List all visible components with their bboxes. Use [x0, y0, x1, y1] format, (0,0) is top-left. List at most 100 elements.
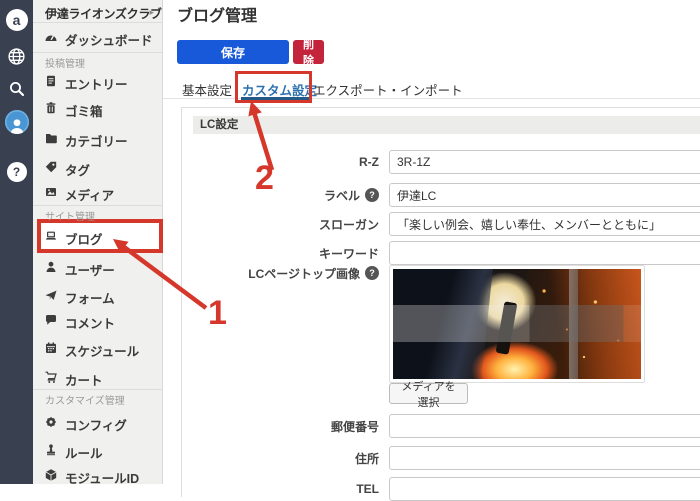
forge-photo [393, 269, 641, 379]
user-avatar[interactable] [0, 110, 33, 134]
sidebar-section-site: サイト管理 [45, 208, 95, 223]
sidebar-item-label: モジュールID [65, 468, 139, 487]
sidebar-item-rule[interactable]: ルール [33, 442, 163, 459]
sidebar-item-label: ルール [65, 443, 103, 462]
sidebar-item-media[interactable]: メディア [33, 184, 163, 201]
sidebar-item-label: カテゴリー [65, 131, 128, 150]
field-label-address: 住所 [201, 446, 379, 470]
select-media-button[interactable]: メディアを選択 [389, 383, 468, 404]
tel-input[interactable] [389, 477, 700, 501]
annotation-step-2: 2 [255, 161, 274, 195]
divider [33, 205, 163, 206]
sidebar-item-label: フォーム [65, 288, 115, 307]
delete-button[interactable]: 削除 [293, 40, 324, 64]
sidebar-item-label: ダッシュボード [65, 30, 153, 49]
sidebar-item-label: タグ [65, 160, 90, 179]
label-input[interactable] [389, 183, 700, 207]
field-label-rz: R-Z [201, 150, 379, 174]
sidebar-item-blog[interactable]: ブログ [33, 228, 163, 245]
label-text: LCページトップ画像 [248, 265, 360, 282]
icon-rail: a ? [0, 0, 33, 484]
main-content: ブログ管理 保存 削除 基本設定 カスタム設定 エクスポート・インポート LC設… [163, 0, 700, 484]
help-icon[interactable]: ? [365, 188, 379, 202]
sidebar-item-label: コメント [65, 313, 115, 332]
sidebar-item-user[interactable]: ユーザー [33, 259, 163, 276]
schedule-icon [44, 341, 58, 355]
postal-input[interactable] [389, 414, 700, 438]
a-blog-cms-logo[interactable]: a [0, 9, 33, 31]
rz-input[interactable] [389, 150, 700, 174]
label-text: ラベル [324, 187, 360, 204]
photo-overlay-band [393, 305, 641, 342]
sidebar-item-comment[interactable]: コメント [33, 312, 163, 329]
sidebar-item-schedule[interactable]: スケジュール [33, 340, 163, 357]
sidebar-section-customize: カスタマイズ管理 [45, 392, 125, 407]
search-button[interactable] [0, 80, 33, 98]
cart-icon [44, 370, 58, 384]
help-icon[interactable]: ? [365, 266, 379, 280]
slogan-input[interactable] [389, 212, 700, 236]
media-icon [44, 185, 58, 199]
help-icon: ? [7, 162, 27, 182]
sidebar-item-tag[interactable]: タグ [33, 159, 163, 176]
blog-name: 伊達ライオンズクラブ [45, 5, 162, 22]
label-text: 郵便番号 [331, 418, 379, 435]
site-globe-button[interactable] [0, 47, 33, 66]
tab-basic-settings[interactable]: 基本設定 [182, 80, 232, 99]
sidebar-item-module-id[interactable]: モジュールID [33, 467, 163, 484]
address-input[interactable] [389, 446, 700, 470]
comment-icon [44, 313, 58, 327]
help-button[interactable]: ? [0, 162, 33, 182]
search-icon [8, 80, 26, 98]
sidebar-item-entry[interactable]: エントリー [33, 73, 163, 90]
blog-icon [44, 229, 58, 243]
label-text: キーワード [319, 245, 379, 262]
field-label-lc-label: ラベル ? [201, 183, 379, 207]
field-label-postal: 郵便番号 [201, 414, 379, 438]
label-text: 住所 [355, 450, 379, 467]
sidebar-item-cart[interactable]: カート [33, 369, 163, 386]
label-text: R-Z [359, 155, 379, 169]
avatar-icon [5, 110, 29, 134]
sidebar-item-label: コンフィグ [65, 415, 127, 434]
sidebar-item-dashboard[interactable]: ダッシュボード [33, 29, 163, 46]
sidebar-item-category[interactable]: カテゴリー [33, 130, 163, 147]
chevron-right-icon: ▸ [149, 7, 154, 18]
sidebar-item-label: メディア [65, 185, 114, 204]
category-icon [44, 131, 58, 145]
sidebar-section-posts: 投稿管理 [45, 55, 85, 70]
module-id-icon [44, 468, 58, 482]
divider [33, 52, 163, 53]
entry-icon [44, 74, 58, 88]
sidebar-item-label: カート [65, 370, 103, 389]
sidebar-blog-switcher[interactable]: 伊達ライオンズクラブ ▸ [33, 5, 163, 21]
sidebar-item-label: エントリー [65, 74, 128, 93]
sidebar-item-config[interactable]: コンフィグ [33, 414, 163, 431]
field-label-tel: TEL [201, 477, 379, 501]
tag-icon [44, 160, 58, 174]
label-text: スローガン [319, 216, 379, 233]
divider [33, 389, 163, 390]
globe-icon [7, 47, 26, 66]
panel-heading: LC設定 [193, 116, 700, 134]
tab-export-import[interactable]: エクスポート・インポート [313, 80, 463, 99]
form-icon [44, 288, 58, 302]
annotation-step-1: 1 [208, 296, 227, 330]
sidebar-item-label: ユーザー [65, 260, 115, 279]
label-text: TEL [356, 482, 379, 496]
page-title: ブログ管理 [177, 2, 257, 26]
divider [33, 22, 163, 23]
sidebar-item-form[interactable]: フォーム [33, 287, 163, 304]
sidebar-item-trash[interactable]: ゴミ箱 [33, 100, 163, 117]
field-label-top-image: LCページトップ画像 ? [201, 261, 379, 285]
sidebar: 伊達ライオンズクラブ ▸ ダッシュボード 投稿管理 エントリー [33, 0, 163, 484]
save-button[interactable]: 保存 [177, 40, 289, 64]
top-image-preview [389, 265, 645, 383]
keyword-input[interactable] [389, 241, 700, 265]
dashboard-icon [44, 30, 58, 44]
sidebar-item-label: ゴミ箱 [65, 101, 103, 120]
annotation-box-custom-tab [235, 71, 312, 103]
field-label-slogan: スローガン [201, 212, 379, 236]
gear-icon [44, 415, 58, 429]
rule-icon [44, 443, 58, 457]
